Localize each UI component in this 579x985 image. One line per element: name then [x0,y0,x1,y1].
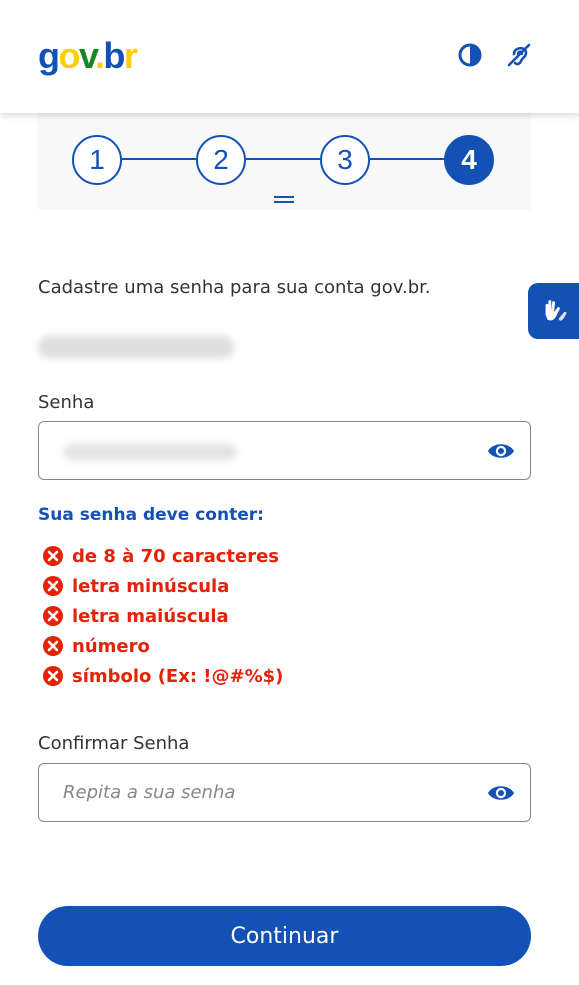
confirm-password-field[interactable] [38,763,531,822]
step-1[interactable]: 1 [72,135,122,185]
error-x-icon [43,606,63,626]
step-3[interactable]: 3 [320,135,370,185]
requirements-title: Sua senha deve conter: [38,505,264,525]
password-label: Senha [38,392,95,413]
step-4-active[interactable]: 4 [444,135,494,185]
requirement-label: símbolo (Ex: !@#%$) [72,665,284,687]
requirement-lowercase: letra minúscula [42,571,283,601]
error-x-icon [43,666,63,686]
confirm-password-input[interactable] [39,764,469,821]
requirement-uppercase: letra maiúscula [42,601,283,631]
cpf-redacted [38,336,234,358]
error-x-icon [43,546,63,566]
sign-language-widget[interactable] [528,283,579,339]
hearing-impaired-icon[interactable] [504,40,534,70]
step-2[interactable]: 2 [196,135,246,185]
logo-letter-v: v [79,35,96,76]
continue-button[interactable]: Continuar [38,906,531,966]
error-x-icon [43,576,63,596]
logo-letter-r: r [123,35,138,76]
password-field[interactable] [38,421,531,480]
password-placeholder-redacted [63,444,237,460]
step-menu-icon [274,196,294,205]
eye-icon[interactable] [486,438,516,464]
step-connector [122,158,196,160]
eye-icon[interactable] [486,780,516,806]
requirement-symbol: símbolo (Ex: !@#%$) [42,661,283,691]
page: gov.br 1 2 3 4 Cadastre uma senha para s… [0,0,579,985]
requirement-number: número [42,631,283,661]
requirement-label: de 8 à 70 caracteres [72,545,279,567]
logo-letter-g: g [38,35,60,76]
logo-letter-o: o [58,35,81,76]
confirm-password-label: Confirmar Senha [38,733,190,754]
requirement-label: letra maiúscula [72,605,229,627]
step-connector [370,158,448,160]
requirements-list: de 8 à 70 caracteres letra minúscula let… [42,541,283,691]
progress-stepper: 1 2 3 4 [38,113,531,210]
header: gov.br [0,0,579,113]
requirement-length: de 8 à 70 caracteres [42,541,283,571]
requirement-label: letra minúscula [72,575,230,597]
requirement-label: número [72,635,150,657]
error-x-icon [43,636,63,656]
sign-language-hands-icon [545,300,567,321]
logo-letter-b: b [103,35,125,76]
step-connector [246,158,320,160]
govbr-logo[interactable]: gov.br [38,35,138,76]
contrast-icon[interactable] [455,40,485,70]
intro-text: Cadastre uma senha para sua conta gov.br… [38,277,431,298]
